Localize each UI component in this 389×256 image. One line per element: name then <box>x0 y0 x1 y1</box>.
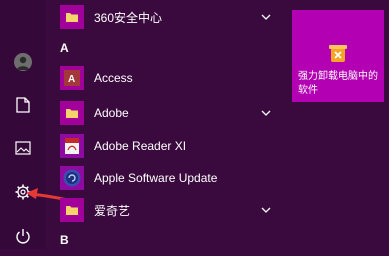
list-item-adobe-folder[interactable]: Adobe <box>46 97 278 129</box>
uninstaller-icon <box>329 45 347 62</box>
pictures-button[interactable] <box>0 128 46 168</box>
access-app-icon: A <box>60 66 84 90</box>
folder-icon <box>60 5 84 29</box>
app-list: 360安全中心 A A Access Adobe Adobe Reader XI… <box>46 0 286 249</box>
power-icon <box>16 229 30 244</box>
documents-button[interactable] <box>0 85 46 125</box>
chevron-down-icon[interactable] <box>260 107 272 119</box>
list-item-adobe-reader[interactable]: Adobe Reader XI <box>46 130 278 162</box>
user-account-button[interactable] <box>0 42 46 82</box>
list-item-360-folder[interactable]: 360安全中心 <box>46 1 278 33</box>
list-item-label: Access <box>94 71 133 85</box>
section-header-b[interactable]: B <box>60 233 69 247</box>
document-icon <box>16 97 30 113</box>
list-item-label: Adobe Reader XI <box>94 139 187 153</box>
folder-icon <box>60 198 84 222</box>
svg-text:A: A <box>68 74 75 85</box>
folder-icon <box>60 101 84 125</box>
pinned-tile-uninstaller[interactable]: 强力卸载电脑中的软件 <box>292 10 384 102</box>
list-item-label: Apple Software Update <box>94 171 218 185</box>
start-menu-rail <box>0 0 46 249</box>
list-item-label: 爱奇艺 <box>94 203 131 218</box>
list-item-access[interactable]: A Access <box>46 62 278 94</box>
list-item-apple-software-update[interactable]: Apple Software Update <box>46 162 278 194</box>
tile-label: 强力卸载电脑中的软件 <box>298 71 378 96</box>
pictures-icon <box>15 141 31 155</box>
adobe-reader-icon <box>60 134 84 158</box>
power-button[interactable] <box>0 216 46 256</box>
section-header-a[interactable]: A <box>60 41 69 55</box>
apple-software-update-icon <box>60 166 84 190</box>
user-avatar-icon <box>14 53 32 71</box>
chevron-down-icon[interactable] <box>260 11 272 23</box>
list-item-label: 360安全中心 <box>94 10 163 25</box>
list-item-label: Adobe <box>94 106 129 120</box>
list-item-iqiyi-folder[interactable]: 爱奇艺 <box>46 194 278 226</box>
chevron-down-icon[interactable] <box>260 204 272 216</box>
